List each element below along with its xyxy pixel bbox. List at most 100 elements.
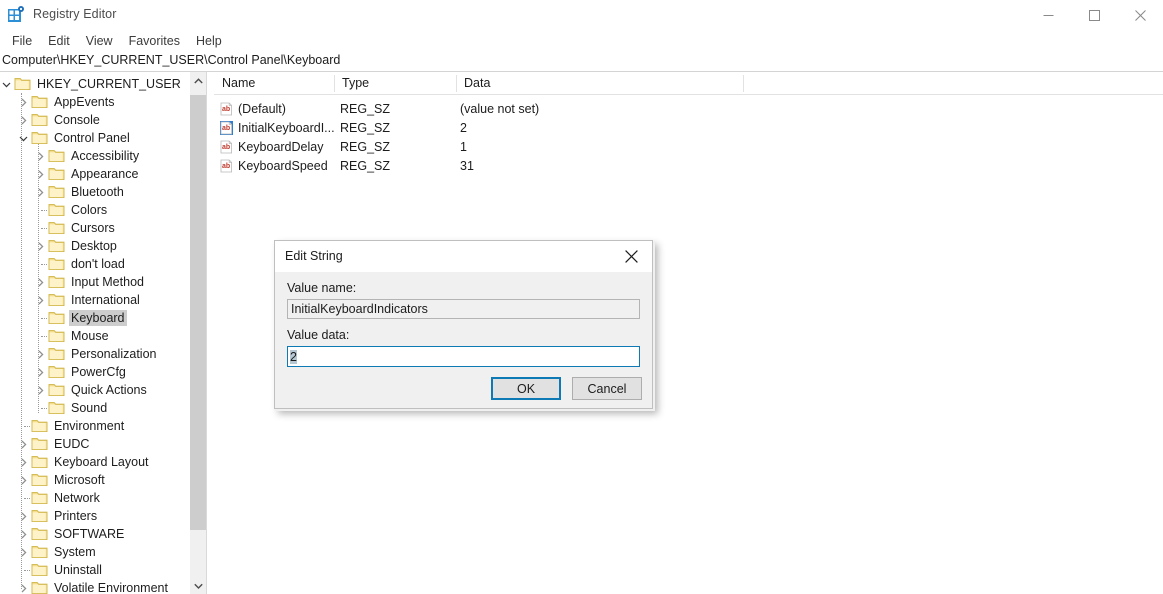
tree-item-label: Environment [54, 419, 125, 433]
chevron-down-icon[interactable] [0, 75, 14, 93]
tree-item-hkey-current-user[interactable]: HKEY_CURRENT_USER [0, 75, 183, 93]
column-divider-3[interactable] [743, 75, 744, 92]
cancel-button[interactable]: Cancel [572, 377, 642, 400]
tree-item-label: Appearance [71, 167, 139, 181]
tree-item-eudc[interactable]: EUDC [15, 435, 91, 453]
column-header-data[interactable]: Data [456, 72, 743, 94]
tree-item-console[interactable]: Console [15, 111, 102, 129]
tree-item-label: PowerCfg [71, 365, 126, 379]
chevron-right-icon[interactable] [15, 525, 31, 543]
chevron-right-icon[interactable] [32, 273, 48, 291]
value-row[interactable]: ab KeyboardSpeed REG_SZ 31 [214, 156, 743, 175]
minimize-button[interactable] [1025, 0, 1071, 31]
tree-item-cursors[interactable]: Cursors [32, 219, 117, 237]
tree-item-desktop[interactable]: Desktop [32, 237, 119, 255]
folder-icon [48, 149, 65, 163]
folder-icon [31, 581, 48, 594]
value-row[interactable]: ab InitialKeyboardI... REG_SZ 2 [214, 118, 743, 137]
tree-item-sound[interactable]: Sound [32, 399, 109, 417]
chevron-right-icon[interactable] [32, 363, 48, 381]
tree-item-personalization[interactable]: Personalization [32, 345, 158, 363]
tree-item-label: Personalization [71, 347, 157, 361]
chevron-right-icon[interactable] [32, 183, 48, 201]
chevron-right-icon[interactable] [32, 165, 48, 183]
value-data: (value not set) [460, 101, 540, 116]
tree-item-label: Volatile Environment [54, 581, 168, 594]
tree-item-label: Keyboard Layout [54, 455, 149, 469]
tree-item-bluetooth[interactable]: Bluetooth [32, 183, 126, 201]
column-header-name[interactable]: Name [214, 72, 334, 94]
tree-item-label: AppEvents [54, 95, 115, 109]
tree-item-label: Network [54, 491, 100, 505]
tree-item-software[interactable]: SOFTWARE [15, 525, 126, 543]
folder-icon [48, 257, 65, 271]
menu-favorites[interactable]: Favorites [121, 33, 188, 49]
ok-button[interactable]: OK [491, 377, 561, 400]
tree-item-printers[interactable]: Printers [15, 507, 99, 525]
tree-item-international[interactable]: International [32, 291, 142, 309]
folder-icon [31, 113, 48, 127]
value-row[interactable]: ab (Default) REG_SZ (value not set) [214, 99, 743, 118]
tree-item-appevents[interactable]: AppEvents [15, 93, 116, 111]
tree-item-appearance[interactable]: Appearance [32, 165, 140, 183]
tree-item-don-t-load[interactable]: don't load [32, 255, 127, 273]
value-data-input[interactable]: 2 [287, 346, 640, 367]
tree-item-volatile-environment[interactable]: Volatile Environment [15, 579, 170, 594]
chevron-right-icon[interactable] [32, 147, 48, 165]
tree-item-accessibility[interactable]: Accessibility [32, 147, 141, 165]
tree-item-control-panel[interactable]: Control Panel [15, 129, 132, 147]
chevron-right-icon[interactable] [32, 381, 48, 399]
chevron-right-icon[interactable] [32, 237, 48, 255]
chevron-right-icon[interactable] [15, 543, 31, 561]
column-header-type[interactable]: Type [334, 72, 456, 94]
registry-path: Computer\HKEY_CURRENT_USER\Control Panel… [2, 53, 341, 67]
tree-item-mouse[interactable]: Mouse [32, 327, 111, 345]
maximize-button[interactable] [1071, 0, 1117, 31]
tree-item-label: Console [54, 113, 100, 127]
tree-item-colors[interactable]: Colors [32, 201, 109, 219]
chevron-down-icon[interactable] [15, 129, 31, 147]
scroll-down-button[interactable] [190, 577, 206, 594]
dialog-close-button[interactable] [610, 241, 652, 271]
menu-edit[interactable]: Edit [40, 33, 78, 49]
address-bar[interactable]: Computer\HKEY_CURRENT_USER\Control Panel… [0, 51, 1163, 72]
tree-item-label: Keyboard [69, 310, 127, 326]
folder-icon [31, 455, 48, 469]
tree-item-label: Desktop [71, 239, 117, 253]
chevron-right-icon[interactable] [15, 93, 31, 111]
scroll-up-button[interactable] [190, 72, 206, 89]
chevron-right-icon[interactable] [15, 435, 31, 453]
menu-view[interactable]: View [78, 33, 121, 49]
menu-help[interactable]: Help [188, 33, 230, 49]
value-row[interactable]: ab KeyboardDelay REG_SZ 1 [214, 137, 743, 156]
tree-item-environment[interactable]: Environment [15, 417, 126, 435]
close-button[interactable] [1117, 0, 1163, 31]
tree-item-uninstall[interactable]: Uninstall [15, 561, 104, 579]
tree-item-quick-actions[interactable]: Quick Actions [32, 381, 149, 399]
tree-item-network[interactable]: Network [15, 489, 102, 507]
chevron-right-icon[interactable] [32, 345, 48, 363]
tree-item-keyboard-layout[interactable]: Keyboard Layout [15, 453, 151, 471]
tree-item-system[interactable]: System [15, 543, 98, 561]
tree-scrollbar[interactable] [189, 72, 206, 594]
value-name-input[interactable]: InitialKeyboardIndicators [287, 299, 640, 319]
chevron-right-icon[interactable] [15, 111, 31, 129]
registry-tree[interactable]: HKEY_CURRENT_USER AppEvents Console Control… [0, 72, 190, 594]
chevron-right-icon[interactable] [15, 471, 31, 489]
chevron-right-icon[interactable] [15, 453, 31, 471]
tree-item-keyboard[interactable]: Keyboard [32, 309, 127, 327]
chevron-right-icon[interactable] [15, 507, 31, 525]
menu-file[interactable]: File [4, 33, 40, 49]
folder-icon [48, 185, 65, 199]
folder-icon [31, 491, 48, 505]
chevron-right-icon[interactable] [15, 579, 31, 594]
cancel-button-label: Cancel [587, 381, 627, 396]
tree-item-powercfg[interactable]: PowerCfg [32, 363, 128, 381]
tree-item-label: HKEY_CURRENT_USER [37, 77, 181, 91]
chevron-right-icon[interactable] [32, 291, 48, 309]
tree-item-microsoft[interactable]: Microsoft [15, 471, 107, 489]
tree-item-input-method[interactable]: Input Method [32, 273, 146, 291]
tree-scrollbar-thumb[interactable] [190, 95, 206, 530]
string-value-icon: ab [220, 102, 233, 116]
